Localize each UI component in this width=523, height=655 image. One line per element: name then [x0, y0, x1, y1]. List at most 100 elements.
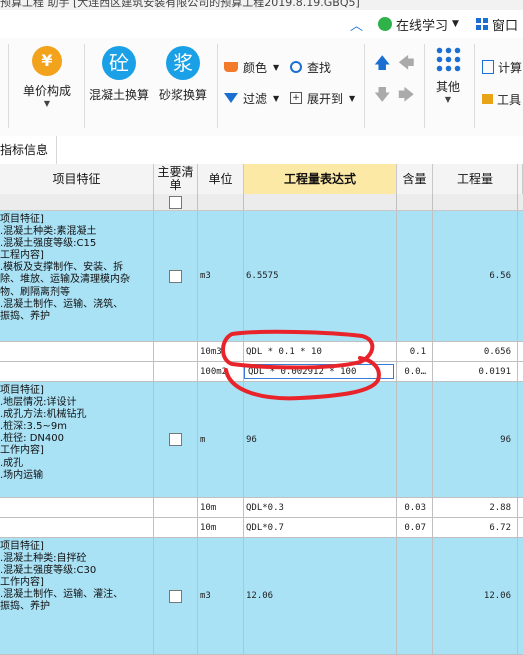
- column-header-next[interactable]: [518, 164, 523, 194]
- filter-cell: [397, 194, 433, 210]
- unit-price-label: 单价构成: [22, 84, 71, 98]
- quantity-cell[interactable]: 6.72: [433, 518, 518, 537]
- expression-cell[interactable]: QDL*0.7: [244, 518, 397, 537]
- main-list-checkbox[interactable]: [169, 433, 182, 446]
- table-row[interactable]: 10m QDL*0.3 0.03 2.88: [0, 498, 523, 518]
- tab-bar: 指标信息: [0, 136, 523, 165]
- online-learning-icon: [378, 17, 392, 31]
- find-button[interactable]: 查找: [290, 58, 331, 76]
- dropdown-arrow-icon: ▼: [273, 93, 280, 103]
- move-right-button[interactable]: 🡆: [398, 85, 415, 106]
- expression-editor-text: QDL * 0.002912 * 100: [248, 366, 357, 377]
- online-learning-label: 在线学习: [396, 18, 449, 34]
- main-list-checkbox[interactable]: [169, 269, 182, 283]
- table-row[interactable]: 项目特征] .混凝土种类:素混凝土 .混凝土强度等级:C15 工程内容] .模板…: [0, 211, 523, 342]
- other-label: 其他: [435, 80, 460, 94]
- window-title-bar: 预算工程 助手 [大连西区建筑安装有限公司的预算工程2019.8.19.GBQ5…: [0, 0, 523, 10]
- column-header-content[interactable]: 含量: [397, 164, 433, 194]
- feature-cell[interactable]: 项目特征] .混凝土种类:素混凝土 .混凝土强度等级:C15 工程内容] .模板…: [0, 211, 154, 341]
- main-list-cell: [154, 538, 198, 654]
- mortar-convert-button[interactable]: 浆 砂浆换算: [148, 46, 218, 103]
- arrow-left-icon: 🡄: [398, 52, 415, 72]
- top-bar: ︿ 在线学习 ▼ 窗口: [0, 10, 523, 39]
- table-row-selected[interactable]: 100m2 QDL * 0.002912 * 100 0.0… 0.0191: [0, 362, 523, 382]
- column-header-quantity[interactable]: 工程量: [433, 164, 518, 194]
- select-all-checkbox[interactable]: [169, 195, 182, 209]
- table-row[interactable]: 10m QDL*0.7 0.07 6.72: [0, 518, 523, 538]
- collapse-ribbon-button[interactable]: ︿: [350, 14, 363, 34]
- unit-price-button[interactable]: ¥ 单价构成 ▼: [12, 46, 82, 108]
- unit-cell[interactable]: m: [198, 382, 244, 497]
- online-learning-button[interactable]: 在线学习 ▼: [378, 14, 459, 34]
- concrete-convert-label: 混凝土换算: [88, 88, 149, 102]
- tools-button[interactable]: 工具: [482, 90, 521, 108]
- table-row[interactable]: 项目特征] .混凝土种类:自拌砼 .混凝土强度等级:C30 工作内容] .混凝土…: [0, 538, 523, 655]
- unit-cell[interactable]: m3: [198, 538, 244, 654]
- move-up-button[interactable]: 🡅: [374, 53, 390, 74]
- column-header-feature[interactable]: 项目特征: [0, 164, 154, 194]
- toolbox-icon: [482, 94, 493, 104]
- concrete-convert-button[interactable]: 砼 混凝土换算: [84, 46, 154, 103]
- filter-button[interactable]: 过滤 ▼: [224, 89, 279, 107]
- unit-cell[interactable]: 100m2: [198, 362, 244, 381]
- quantity-cell[interactable]: 12.06: [433, 538, 518, 654]
- main-list-cell: [154, 498, 198, 517]
- table-row[interactable]: 10m3 QDL * 0.1 * 10 0.1 0.656: [0, 342, 523, 362]
- quantity-cell[interactable]: 6.56: [433, 211, 518, 341]
- window-title: 预算工程 助手 [大连西区建筑安装有限公司的预算工程2019.8.19.GBQ5…: [0, 0, 360, 9]
- feature-cell[interactable]: [0, 498, 154, 517]
- feature-cell[interactable]: [0, 518, 154, 537]
- color-label: 颜色: [243, 60, 268, 75]
- color-button[interactable]: 颜色 ▼: [224, 58, 279, 76]
- feature-cell[interactable]: [0, 362, 154, 381]
- filter-cell: [198, 194, 244, 210]
- quantity-cell[interactable]: 96: [433, 382, 518, 497]
- expression-cell-editing[interactable]: QDL * 0.002912 * 100: [244, 362, 397, 381]
- quantity-cell[interactable]: 0.0191: [433, 362, 518, 381]
- move-down-button[interactable]: 🡇: [374, 85, 390, 106]
- content-cell[interactable]: 0.03: [397, 498, 433, 517]
- dropdown-arrow-icon: ▼: [349, 93, 356, 103]
- expand-to-button[interactable]: + 展开到 ▼: [290, 89, 355, 107]
- main-list-cell: [154, 518, 198, 537]
- arrow-down-icon: 🡇: [374, 84, 391, 104]
- quantity-cell[interactable]: 2.88: [433, 498, 518, 517]
- main-list-checkbox[interactable]: [169, 589, 182, 603]
- expression-cell[interactable]: 6.5575: [244, 211, 397, 341]
- quantity-cell[interactable]: 0.656: [433, 342, 518, 361]
- unit-cell[interactable]: 10m: [198, 498, 244, 517]
- content-cell[interactable]: 0.0…: [397, 362, 433, 381]
- unit-cell[interactable]: m3: [198, 211, 244, 341]
- unit-cell[interactable]: 10m: [198, 518, 244, 537]
- paint-bucket-icon: [224, 62, 238, 72]
- table-row[interactable]: 项目特征] .地层情况:详设计 .成孔方法:机械钻孔 .桩深:3.5~9m .桩…: [0, 382, 523, 498]
- tab-index-info[interactable]: 指标信息: [0, 136, 58, 164]
- chevron-up-icon: ︿: [350, 18, 364, 34]
- ribbon-separator: [217, 44, 218, 128]
- feature-cell[interactable]: [0, 342, 154, 361]
- expression-cell[interactable]: QDL*0.3: [244, 498, 397, 517]
- mortar-convert-label: 砂浆换算: [158, 88, 207, 102]
- content-cell[interactable]: 0.1: [397, 342, 433, 361]
- expression-cell[interactable]: 96: [244, 382, 397, 497]
- column-header-expression[interactable]: 工程量表达式: [244, 164, 397, 194]
- main-list-cell: [154, 382, 198, 497]
- expression-cell[interactable]: QDL * 0.1 * 10: [244, 342, 397, 361]
- dropdown-arrow-icon: ▼: [452, 19, 459, 29]
- unit-cell[interactable]: 10m3: [198, 342, 244, 361]
- feature-cell[interactable]: 项目特征] .地层情况:详设计 .成孔方法:机械钻孔 .桩深:3.5~9m .桩…: [0, 382, 154, 497]
- move-left-button[interactable]: 🡄: [398, 53, 415, 74]
- content-cell[interactable]: [397, 382, 433, 497]
- other-button[interactable]: 其他 ▼: [424, 46, 472, 104]
- window-menu-button[interactable]: 窗口: [476, 14, 518, 34]
- content-cell[interactable]: 0.07: [397, 518, 433, 537]
- calculator-button[interactable]: 计算: [482, 58, 522, 76]
- column-header-main-list[interactable]: 主要清单: [154, 164, 198, 194]
- ribbon-separator: [8, 44, 9, 128]
- column-header-unit[interactable]: 单位: [198, 164, 244, 194]
- expression-cell[interactable]: 12.06: [244, 538, 397, 654]
- bill-of-quantities-table: 项目特征 主要清单 单位 工程量表达式 含量 工程量 项目特征] .混凝土种类:…: [0, 164, 523, 655]
- feature-cell[interactable]: 项目特征] .混凝土种类:自拌砼 .混凝土强度等级:C30 工作内容] .混凝土…: [0, 538, 154, 654]
- content-cell[interactable]: [397, 538, 433, 654]
- content-cell[interactable]: [397, 211, 433, 341]
